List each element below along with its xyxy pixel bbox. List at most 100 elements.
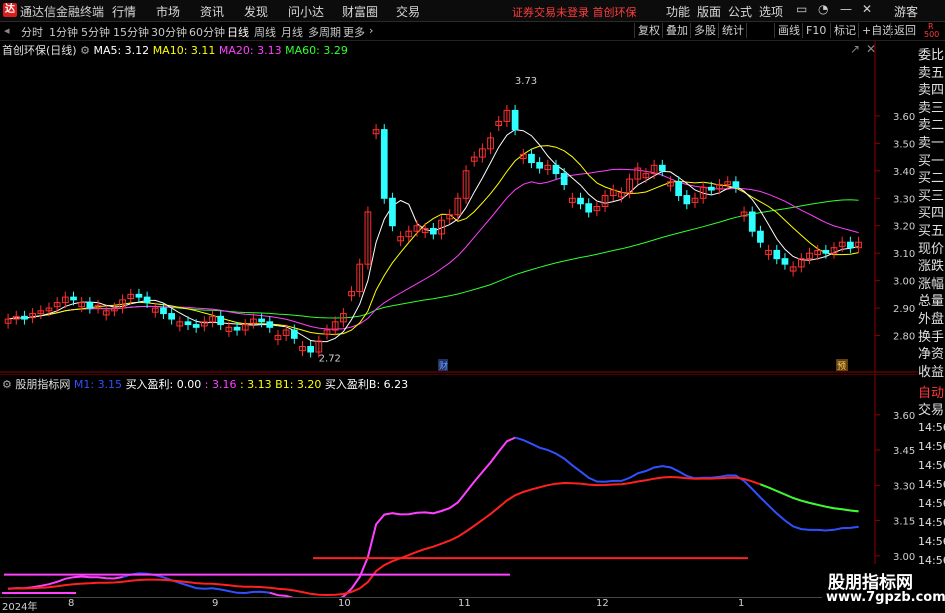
- ma20-legend: MA20: 3.13: [218, 44, 282, 57]
- b1-legend: B1: 3.20: [275, 378, 322, 391]
- menu-layout[interactable]: 版面: [697, 3, 721, 20]
- side-item-12[interactable]: 涨跌: [918, 258, 945, 275]
- menu-ask[interactable]: 问小达: [288, 3, 324, 20]
- bell-icon[interactable]: ◔: [818, 2, 828, 16]
- side-item-14[interactable]: 总量: [918, 293, 945, 310]
- toolbar-back[interactable]: 返回: [890, 23, 919, 38]
- candle-body: [389, 197, 396, 227]
- menu-quotes[interactable]: 行情: [112, 3, 136, 20]
- candle-body: [822, 249, 830, 254]
- toolbar-draw[interactable]: 画线: [774, 23, 803, 38]
- indicator-axis: 3.60 3.45 3.30 3.15 3.00: [875, 411, 915, 563]
- trade-time-1: 14:56: [918, 440, 945, 453]
- candle-body: [143, 296, 151, 304]
- candle-body: [160, 307, 167, 315]
- close-icon[interactable]: ✕: [862, 2, 872, 16]
- window-icon[interactable]: ▭: [796, 2, 807, 16]
- period-weekly[interactable]: 周线: [254, 24, 276, 40]
- side-item-9[interactable]: 买四: [918, 205, 945, 222]
- period-60min[interactable]: 60分钟: [189, 24, 225, 40]
- side-item-10[interactable]: 买五: [918, 223, 945, 240]
- period-15min[interactable]: 15分钟: [113, 24, 149, 40]
- side-item-13[interactable]: 涨幅: [918, 276, 945, 293]
- menu-news[interactable]: 资讯: [200, 3, 224, 20]
- menu-trade[interactable]: 交易: [396, 3, 420, 20]
- period-1min[interactable]: 1分钟: [49, 24, 78, 40]
- sub-settings-icon[interactable]: ⚙: [2, 378, 12, 391]
- menu-options[interactable]: 选项: [759, 3, 783, 20]
- menu-market[interactable]: 市场: [156, 3, 180, 20]
- menu-formula[interactable]: 公式: [728, 3, 752, 20]
- high-price-label: 3.73: [515, 76, 537, 87]
- side-item-0[interactable]: 委比: [918, 47, 945, 64]
- indicator-tick: 3.45: [893, 446, 915, 457]
- minimize-icon[interactable]: —: [840, 2, 852, 16]
- trade-notice[interactable]: 证券交易未登录 首创环保: [512, 4, 637, 20]
- app-title: 通达信金融终端: [20, 5, 105, 19]
- period-5min[interactable]: 5分钟: [81, 24, 110, 40]
- app-logo-icon: 达: [3, 3, 17, 17]
- toolbar-stats[interactable]: 统计: [718, 23, 747, 38]
- ma60Line-path: [8, 199, 859, 320]
- side-item-6[interactable]: 买一: [918, 153, 945, 170]
- prev-icon[interactable]: ◂: [4, 24, 10, 37]
- main-legend: 首创环保(日线) ⚙ MA5: 3.12 MA10: 3.11 MA20: 3.…: [2, 42, 348, 58]
- side-item-1[interactable]: 卖五: [918, 65, 945, 82]
- candle-body: [683, 195, 691, 205]
- settings-icon[interactable]: ⚙: [80, 44, 90, 57]
- forecast-marker[interactable]: 预: [837, 361, 846, 372]
- period-multi[interactable]: 多周期: [308, 24, 341, 40]
- candle-body: [233, 326, 241, 331]
- period-daily[interactable]: 日线: [227, 24, 249, 40]
- kline-chart[interactable]: 3.60 3.50 3.40 3.30 3.20 3.10 3.00 2.90 2.80 3.7…: [0, 41, 918, 373]
- finance-marker[interactable]: 财: [439, 360, 448, 372]
- price-tick: 3.30: [893, 194, 915, 205]
- side-item-2[interactable]: 卖四: [918, 82, 945, 99]
- side-item-8[interactable]: 买三: [918, 188, 945, 205]
- indicator-lines: [4, 436, 859, 597]
- side-item-7[interactable]: 买二: [918, 170, 945, 187]
- candle-body: [536, 162, 543, 169]
- ma60-line: [8, 199, 859, 320]
- menu-discover[interactable]: 发现: [244, 3, 268, 20]
- buy-profit-legend: 买入盈利: 0.00: [125, 378, 202, 391]
- sub-legend: ⚙ 股朋指标网 M1: 3.15 买入盈利: 0.00 : 3.16 : 3.1…: [2, 376, 408, 392]
- price-tick: 3.20: [893, 222, 915, 233]
- side-item-15[interactable]: 外盘: [918, 311, 945, 328]
- side-item-11[interactable]: 现价: [918, 241, 945, 258]
- date-axis: 2024年 8 9 10 11 12 1: [0, 597, 918, 613]
- period-more[interactable]: 更多: [343, 24, 365, 40]
- side-item-16[interactable]: 换手: [918, 329, 945, 346]
- toolbar-f10[interactable]: F10: [802, 23, 829, 38]
- toolbar-overlay[interactable]: 叠加: [662, 23, 691, 38]
- side-item-18[interactable]: 收益: [918, 364, 945, 381]
- period-bar: ◂ 分时 1分钟 5分钟 15分钟 30分钟 60分钟 日线 周线 月线 多周期…: [0, 22, 945, 41]
- side-tab-0[interactable]: 自动: [918, 385, 945, 402]
- side-tab-1[interactable]: 交易: [918, 402, 945, 419]
- menu-wealth[interactable]: 财富圈: [342, 3, 378, 20]
- period-monthly[interactable]: 月线: [281, 24, 303, 40]
- side-item-5[interactable]: 卖一: [918, 135, 945, 152]
- side-item-3[interactable]: 卖三: [918, 100, 945, 117]
- guest-label[interactable]: 游客: [894, 3, 918, 20]
- side-item-4[interactable]: 卖二: [918, 117, 945, 134]
- menu-function[interactable]: 功能: [666, 3, 690, 20]
- indicator-line-up: [269, 436, 516, 597]
- stock-name[interactable]: 首创环保(日线): [2, 44, 77, 57]
- sub-grid: [0, 374, 918, 597]
- more-chevron-icon[interactable]: ›: [369, 24, 373, 37]
- chart-close-icon[interactable]: ✕: [866, 42, 876, 56]
- toolbar-adjust[interactable]: 复权: [634, 23, 663, 38]
- indicator-chart[interactable]: 3.60 3.45 3.30 3.15 3.00: [0, 374, 918, 597]
- indicator-tick: 3.00: [893, 552, 915, 563]
- price-tick: 3.00: [893, 277, 915, 288]
- toolbar-multi[interactable]: 多股: [690, 23, 719, 38]
- period-intraday[interactable]: 分时: [21, 24, 43, 40]
- period-30min[interactable]: 30分钟: [151, 24, 187, 40]
- indicator-name[interactable]: 股朋指标网: [15, 378, 70, 391]
- toolbar-mark[interactable]: 标记: [830, 23, 859, 38]
- candle-body: [380, 129, 388, 199]
- expand-icon[interactable]: ↗: [850, 42, 860, 56]
- side-item-17[interactable]: 净资: [918, 346, 945, 363]
- indicator-line-down: [514, 436, 745, 483]
